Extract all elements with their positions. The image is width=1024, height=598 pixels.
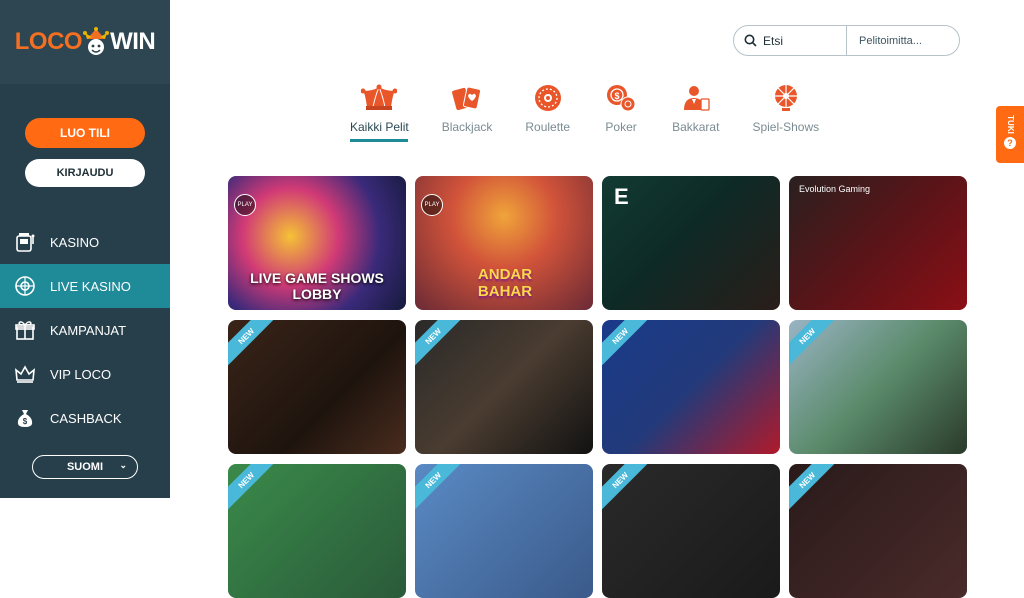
tab-label: Bakkarat bbox=[672, 120, 720, 134]
sidebar-nav: KASINO LIVE KASINO KAMPANJAT VIP LOCO $ … bbox=[0, 220, 170, 440]
svg-text:$: $ bbox=[615, 91, 620, 101]
support-tab[interactable]: TUKI ? bbox=[996, 106, 1024, 163]
sidebar-item-live-kasino[interactable]: LIVE KASINO bbox=[0, 264, 170, 308]
roulette-icon bbox=[534, 85, 561, 111]
cards-icon bbox=[452, 86, 482, 111]
dealer-icon bbox=[683, 86, 710, 111]
language-label: SUOMI bbox=[66, 461, 104, 473]
new-badge: NEW bbox=[415, 464, 467, 514]
provider-logo: E bbox=[614, 184, 629, 209]
logo-text-win: WIN bbox=[110, 28, 156, 55]
support-label: TUKI bbox=[1005, 115, 1015, 134]
play-badge: PLAY bbox=[421, 194, 443, 216]
slot-machine-icon bbox=[16, 233, 35, 252]
jester-logo-icon bbox=[83, 27, 110, 55]
sidebar-item-label: VIP LOCO bbox=[50, 366, 112, 382]
game-tile[interactable]: NEW bbox=[228, 320, 406, 454]
tab-roulette[interactable]: Roulette bbox=[525, 80, 570, 142]
play-badge: PLAY bbox=[234, 194, 256, 216]
gift-icon bbox=[15, 321, 35, 340]
game-tile[interactable]: NEW bbox=[789, 320, 967, 454]
category-tabs: Kaikki Pelit Blackjack Roulette $ Poker … bbox=[350, 80, 852, 142]
login-button[interactable]: KIRJAUDU bbox=[25, 159, 145, 187]
game-tile[interactable]: NEW bbox=[415, 464, 593, 598]
sidebar: LOCO WIN LUO TILI KIRJAUDU KASINO LIVE K… bbox=[0, 0, 170, 498]
active-tab-underline bbox=[350, 139, 409, 142]
game-tile[interactable]: NEW bbox=[415, 320, 593, 454]
sidebar-item-label: KAMPANJAT bbox=[50, 322, 127, 338]
search-field[interactable] bbox=[734, 26, 847, 55]
game-tile[interactable]: Evolution Gaming bbox=[789, 176, 967, 310]
search-icon bbox=[744, 34, 757, 47]
locowin-logo[interactable]: LOCO WIN bbox=[14, 27, 156, 57]
question-icon: ? bbox=[1004, 137, 1016, 149]
sidebar-item-cashback[interactable]: $ CASHBACK bbox=[0, 396, 170, 440]
game-tile[interactable]: NEW bbox=[602, 464, 780, 598]
tab-spiel-shows[interactable]: Spiel-Shows bbox=[752, 80, 819, 142]
poker-chips-icon: $ bbox=[607, 85, 636, 112]
game-title: ANDAR BAHAR bbox=[477, 266, 533, 300]
register-button[interactable]: LUO TILI bbox=[25, 118, 145, 148]
tab-blackjack[interactable]: Blackjack bbox=[441, 80, 493, 142]
game-title: LIVE GAME SHOWS LOBBY bbox=[250, 270, 384, 302]
game-tile[interactable]: NEW bbox=[789, 464, 967, 598]
svg-text:$: $ bbox=[23, 417, 28, 426]
live-roulette-icon bbox=[15, 276, 35, 296]
logo-text-loco: LOCO bbox=[14, 28, 83, 55]
tab-label: Kaikki Pelit bbox=[350, 120, 409, 134]
tab-bakkarat[interactable]: Bakkarat bbox=[672, 80, 719, 142]
game-tile[interactable]: E bbox=[602, 176, 780, 310]
provider-dropdown[interactable]: Pelitoimitta... bbox=[847, 26, 959, 55]
search-input[interactable] bbox=[763, 33, 843, 48]
new-badge: NEW bbox=[602, 464, 654, 514]
new-badge: NEW bbox=[228, 464, 280, 514]
sidebar-item-kasino[interactable]: KASINO bbox=[0, 220, 170, 264]
money-bag-icon: $ bbox=[17, 410, 33, 427]
sidebar-item-kampanjat[interactable]: KAMPANJAT bbox=[0, 308, 170, 352]
tab-label: Poker bbox=[605, 120, 637, 134]
logo-area: LOCO WIN bbox=[0, 0, 170, 84]
game-tile[interactable]: NEW bbox=[602, 320, 780, 454]
tab-label: Roulette bbox=[525, 120, 571, 134]
tab-label: Blackjack bbox=[441, 120, 493, 134]
game-tile[interactable]: PLAY LIVE GAME SHOWS LOBBY bbox=[228, 176, 406, 310]
sidebar-item-label: KASINO bbox=[50, 234, 100, 250]
search-bar: Pelitoimitta... bbox=[733, 25, 960, 56]
sidebar-item-label: LIVE KASINO bbox=[50, 278, 131, 294]
tab-kaikki-pelit[interactable]: Kaikki Pelit bbox=[350, 80, 409, 142]
language-selector[interactable]: SUOMI ⌄ bbox=[32, 455, 138, 479]
tab-poker[interactable]: $ Poker bbox=[603, 80, 639, 142]
new-badge: NEW bbox=[789, 320, 841, 370]
new-badge: NEW bbox=[415, 320, 467, 370]
chevron-down-icon: ⌄ bbox=[119, 460, 127, 470]
sidebar-item-vip-loco[interactable]: VIP LOCO bbox=[0, 352, 170, 396]
crown-icon bbox=[15, 365, 35, 383]
new-badge: NEW bbox=[602, 320, 654, 370]
tab-label: Spiel-Shows bbox=[752, 120, 820, 134]
game-tile[interactable]: NEW bbox=[228, 464, 406, 598]
jester-hat-icon bbox=[361, 84, 398, 110]
new-badge: NEW bbox=[228, 320, 280, 370]
provider-logo: Evolution Gaming bbox=[799, 184, 871, 194]
sidebar-item-label: CASHBACK bbox=[50, 410, 122, 426]
new-badge: NEW bbox=[789, 464, 841, 514]
game-tile[interactable]: PLAY ANDAR BAHAR bbox=[415, 176, 593, 310]
wheel-icon bbox=[774, 85, 797, 111]
